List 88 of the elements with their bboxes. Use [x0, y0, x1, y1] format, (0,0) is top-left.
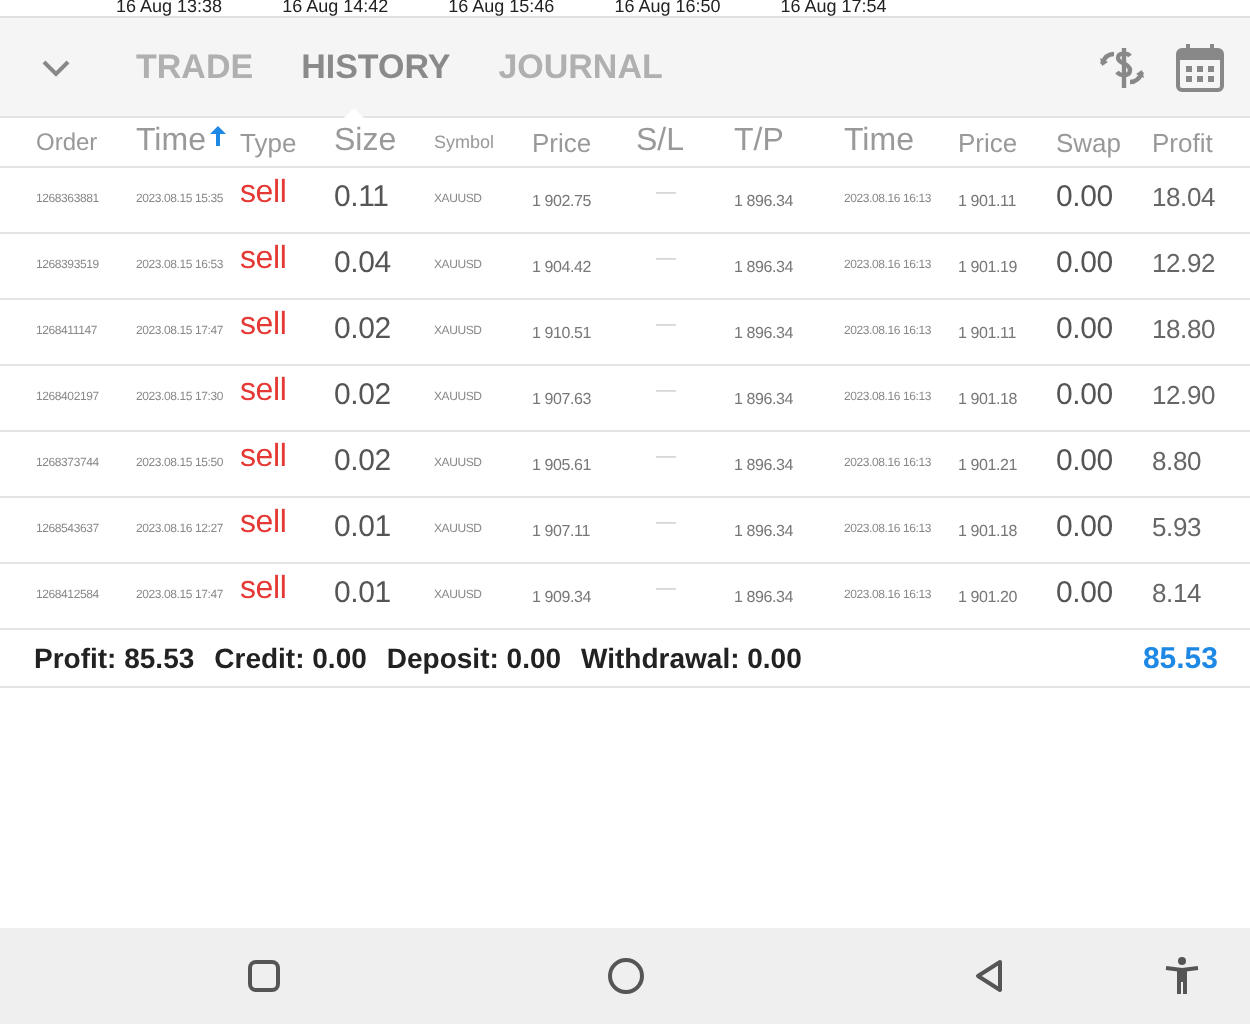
tab[interactable]: JOURNAL	[498, 39, 663, 95]
column-header[interactable]: Type	[240, 127, 297, 157]
table-cell-text: 5.93	[1152, 511, 1204, 541]
chevron-down-icon[interactable]	[40, 57, 72, 77]
table-cell-text: —	[654, 577, 678, 599]
summary-item: Deposit: 0.00	[386, 642, 562, 674]
table-cell-text: 1 907.11	[532, 521, 592, 539]
table-cell-text: 0.02	[334, 311, 393, 345]
table-cell-text: 0.02	[334, 377, 393, 411]
home-icon[interactable]	[606, 956, 646, 996]
table-cell-text: sell	[240, 572, 289, 608]
table-cell-text: 1 901.11	[958, 191, 1018, 209]
table-cell-text: sell	[240, 374, 289, 410]
table-cell-text: sell	[240, 308, 289, 344]
column-header[interactable]: Price	[532, 127, 592, 157]
table-cell-text: 1 901.21	[958, 455, 1020, 473]
table-cell-text: 1 910.51	[532, 323, 594, 341]
table-cell-text: 18.04	[1152, 181, 1218, 211]
table-cell-text: sell	[240, 440, 289, 476]
table-cell-text: —	[654, 379, 678, 401]
table-cell-text: 1 896.34	[734, 323, 796, 341]
table-cell-text: sell	[240, 242, 289, 278]
table-cell-text: —	[654, 511, 678, 533]
table-cell-text: 1 896.34	[734, 191, 796, 209]
back-icon[interactable]	[972, 958, 1008, 994]
axis-label: 16 Aug 14:42	[282, 0, 389, 16]
table-cell-text: 1 896.34	[734, 257, 796, 275]
table-cell-text: 0.00	[1056, 311, 1115, 345]
accessibility-icon[interactable]	[1164, 956, 1200, 996]
column-header[interactable]: Symbol	[434, 132, 495, 152]
table-cell-text: 0.00	[1056, 179, 1115, 213]
axis-label: 16 Aug 16:50	[614, 0, 721, 16]
column-header[interactable]: Time	[136, 124, 206, 160]
table-cell-text: 1 901.18	[958, 389, 1020, 407]
table-cell-text: 1 907.63	[532, 389, 594, 407]
axis-label: 16 Aug 15:46	[448, 0, 555, 16]
column-header[interactable]: Time	[844, 124, 914, 160]
axis-label: 16 Aug 17:54	[780, 0, 887, 16]
table-cell-text: —	[654, 181, 678, 203]
table-cell-text: 1 896.34	[734, 455, 796, 473]
summary-item: Profit: 85.53	[34, 642, 195, 674]
summary-item: Credit: 0.00	[214, 642, 367, 674]
table-cell-text: 0.00	[1056, 509, 1115, 543]
table-cell-text: 1 901.20	[958, 587, 1020, 605]
table-cell-text: sell	[240, 176, 289, 212]
table-cell-text: 0.01	[334, 509, 393, 543]
column-header[interactable]: Profit	[1152, 127, 1213, 157]
table-cell-text: 0.00	[1056, 443, 1115, 477]
table-cell-text: 18.80	[1152, 313, 1218, 343]
table-cell-text: 0.00	[1056, 377, 1115, 411]
summary-item: Withdrawal: 0.00	[581, 642, 802, 674]
table-cell-text: 1 901.18	[958, 521, 1020, 539]
recents-icon[interactable]	[246, 958, 282, 994]
table-cell-text: 0.02	[334, 443, 393, 477]
table-cell-text: 1 901.19	[958, 257, 1020, 275]
column-header[interactable]: Size	[334, 124, 397, 160]
table-cell-text: 12.90	[1152, 379, 1218, 409]
total-profit: 85.53	[1142, 641, 1218, 675]
tab[interactable]: HISTORY	[301, 39, 451, 95]
table-cell-text: —	[654, 313, 678, 335]
table-cell-text: 0.04	[334, 245, 393, 279]
table-cell-text: 1 896.34	[734, 389, 796, 407]
calendar-icon[interactable]	[1174, 39, 1226, 95]
table-cell-text: 1 904.42	[532, 257, 594, 275]
column-header[interactable]: T/P	[734, 124, 784, 160]
table-cell-text: 1 896.34	[734, 587, 796, 605]
table-cell-text: 12.92	[1152, 247, 1218, 277]
table-cell-text: 0.00	[1056, 245, 1115, 279]
table-cell-text: 1 901.11	[958, 323, 1018, 341]
column-header[interactable]: Price	[958, 127, 1018, 157]
table-cell-text: 8.14	[1152, 577, 1204, 607]
table-cell-text: 0.11	[334, 179, 391, 213]
table-cell-text: 1 902.75	[532, 191, 594, 209]
table-cell-text: 1 909.34	[532, 587, 594, 605]
column-header[interactable]: Order	[36, 128, 98, 156]
table-cell-text: sell	[240, 506, 289, 542]
sort-arrow-icon	[209, 126, 226, 146]
axis-label: 16 Aug 13:38	[116, 0, 223, 16]
table-cell-text: —	[654, 445, 678, 467]
table-cell-text: 0.01	[334, 575, 393, 609]
column-header[interactable]: S/L	[636, 124, 685, 160]
table-cell-text: 1 896.34	[734, 521, 796, 539]
table-cell-text: 1 905.61	[532, 455, 594, 473]
tab[interactable]: TRADE	[136, 39, 254, 95]
column-header[interactable]: Swap	[1056, 127, 1122, 157]
table-cell-text: 0.00	[1056, 575, 1115, 609]
table-cell-text: —	[654, 247, 678, 269]
table-cell-text: 8.80	[1152, 445, 1204, 475]
